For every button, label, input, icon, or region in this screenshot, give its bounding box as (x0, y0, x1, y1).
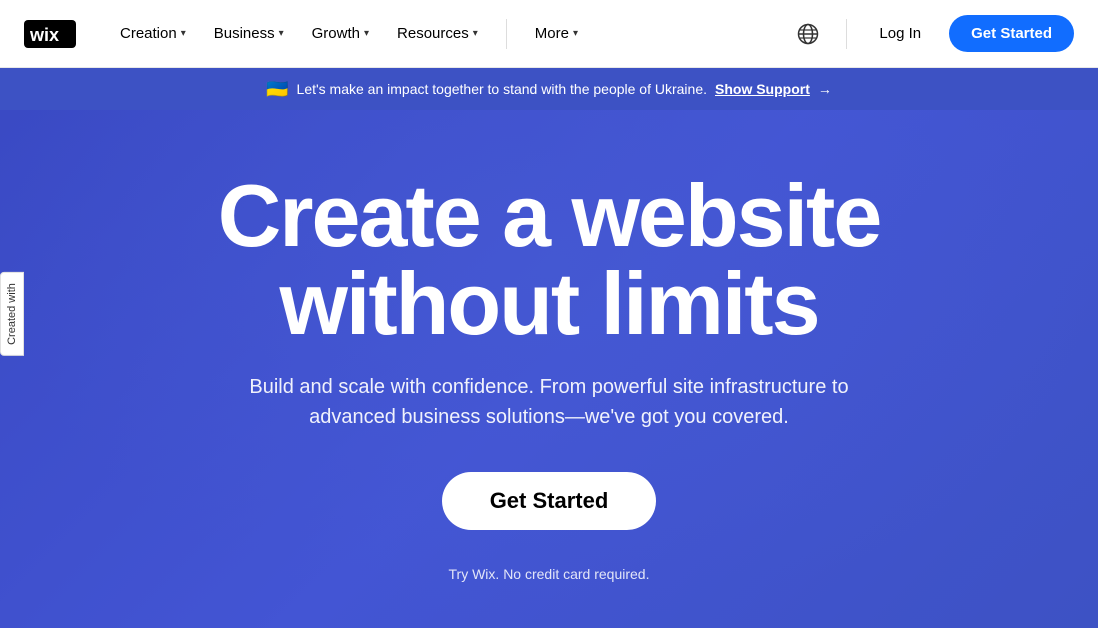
nav-right: Log In Get Started (790, 15, 1074, 52)
ukraine-flag: 🇺🇦 (266, 79, 288, 100)
language-selector[interactable] (790, 16, 826, 52)
creation-chevron-icon: ▾ (181, 28, 186, 39)
side-tab-label: Created with (6, 283, 18, 345)
nav-divider (506, 19, 507, 49)
nav-creation[interactable]: Creation ▾ (108, 17, 198, 50)
hero-disclaimer: Try Wix. No credit card required. (218, 566, 881, 582)
side-tab: Created with (0, 272, 24, 356)
globe-icon (797, 23, 819, 45)
nav-links: Creation ▾ Business ▾ Growth ▾ Resources… (108, 17, 790, 50)
business-chevron-icon: ▾ (279, 28, 284, 39)
show-support-link[interactable]: Show Support (715, 81, 810, 97)
hero-section: Create a website without limits Build an… (0, 110, 1098, 628)
growth-chevron-icon: ▾ (364, 28, 369, 39)
nav-divider-right (846, 19, 847, 49)
banner-message: Let's make an impact together to stand w… (297, 81, 707, 97)
nav-business[interactable]: Business ▾ (202, 17, 296, 50)
ukraine-banner: 🇺🇦 Let's make an impact together to stan… (0, 68, 1098, 110)
nav-more[interactable]: More ▾ (523, 17, 590, 50)
hero-subtitle: Build and scale with confidence. From po… (239, 372, 859, 432)
nav-resources[interactable]: Resources ▾ (385, 17, 490, 50)
hero-title-line1: Create a website (218, 166, 881, 265)
get-started-hero-button[interactable]: Get Started (442, 472, 657, 530)
banner-arrow-icon: → (818, 81, 832, 97)
page-wrapper: Created with wix Creation ▾ Business ▾ G… (0, 0, 1098, 628)
nav-growth[interactable]: Growth ▾ (300, 17, 381, 50)
wix-logo[interactable]: wix (24, 20, 76, 48)
navbar: wix Creation ▾ Business ▾ Growth ▾ Resou… (0, 0, 1098, 68)
hero-title: Create a website without limits (218, 172, 881, 348)
get-started-nav-button[interactable]: Get Started (949, 15, 1074, 52)
resources-chevron-icon: ▾ (473, 28, 478, 39)
hero-title-line2: without limits (279, 254, 818, 353)
login-button[interactable]: Log In (867, 17, 933, 50)
hero-content: Create a website without limits Build an… (218, 172, 881, 582)
svg-text:wix: wix (29, 25, 59, 45)
more-chevron-icon: ▾ (573, 28, 578, 39)
